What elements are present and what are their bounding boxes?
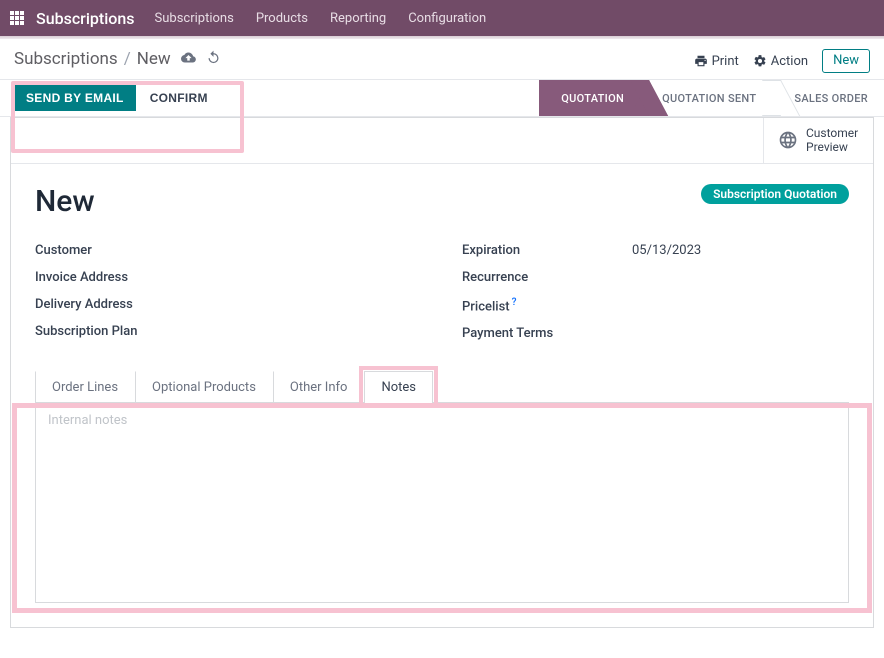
app-brand: Subscriptions [36,9,135,28]
gear-icon [753,54,767,68]
pricelist-help-icon[interactable]: ? [512,297,517,308]
status-step-quotation[interactable]: QUOTATION [539,79,640,117]
action-button[interactable]: Action [753,54,808,69]
tab-nav: Order Lines Optional Products Other Info… [35,371,849,403]
breadcrumb-separator: / [124,49,131,69]
control-panel-right: Print Action New [694,49,870,73]
apps-icon[interactable] [8,9,26,27]
status-steps: QUOTATION QUOTATION SENT SALES ORDER [539,80,884,116]
tab-order-lines[interactable]: Order Lines [35,371,135,403]
form-sheet: Customer Preview New Subscription Quotat… [10,117,874,628]
breadcrumb-parent[interactable]: Subscriptions [14,49,118,69]
nav-link-subscriptions[interactable]: Subscriptions [155,11,234,26]
new-button[interactable]: New [822,49,870,73]
field-expiration[interactable]: 05/13/2023 [632,243,701,258]
label-pricelist: Pricelist? [462,297,632,314]
label-recurrence: Recurrence [462,270,632,285]
label-expiration: Expiration [462,243,632,258]
fields-col-left: Customer Invoice Address Delivery Addres… [35,237,422,347]
label-subscription-plan: Subscription Plan [35,324,205,339]
print-icon [694,54,708,68]
customer-preview-label-2: Preview [806,140,858,154]
customer-preview-label-1: Customer [806,126,858,140]
confirm-button[interactable]: CONFIRM [136,85,222,111]
top-navbar: Subscriptions Subscriptions Products Rep… [0,0,884,36]
nav-link-configuration[interactable]: Configuration [408,11,486,26]
button-box: Customer Preview [11,118,873,164]
print-button[interactable]: Print [694,54,739,69]
control-panel: Subscriptions / New Print Action New [0,39,884,73]
breadcrumb: Subscriptions / New [14,49,221,69]
status-bar: SEND BY EMAIL CONFIRM QUOTATION QUOTATIO… [0,79,884,117]
nav-link-reporting[interactable]: Reporting [330,11,386,26]
label-payment-terms: Payment Terms [462,326,632,341]
breadcrumb-current: New [137,49,171,69]
discard-icon[interactable] [206,50,221,69]
globe-icon [778,130,798,150]
fields-col-right: Expiration05/13/2023 Recurrence Pricelis… [462,237,849,347]
send-by-email-button[interactable]: SEND BY EMAIL [14,85,136,111]
tabs: Order Lines Optional Products Other Info… [35,371,849,603]
label-delivery-address: Delivery Address [35,297,205,312]
internal-notes-textarea[interactable] [36,403,848,593]
customer-preview-button[interactable]: Customer Preview [763,118,873,163]
label-customer: Customer [35,243,205,258]
page-title: New [35,184,95,219]
cloud-save-icon[interactable] [181,50,196,69]
nav-links: Subscriptions Products Reporting Configu… [155,11,487,26]
subscription-quotation-badge: Subscription Quotation [701,184,849,204]
label-invoice-address: Invoice Address [35,270,205,285]
tab-optional-products[interactable]: Optional Products [135,371,273,403]
tab-other-info[interactable]: Other Info [273,371,365,403]
tab-content-notes [35,403,849,603]
tab-notes[interactable]: Notes [364,371,433,403]
nav-link-products[interactable]: Products [256,11,308,26]
fields-grid: Customer Invoice Address Delivery Addres… [35,237,849,347]
